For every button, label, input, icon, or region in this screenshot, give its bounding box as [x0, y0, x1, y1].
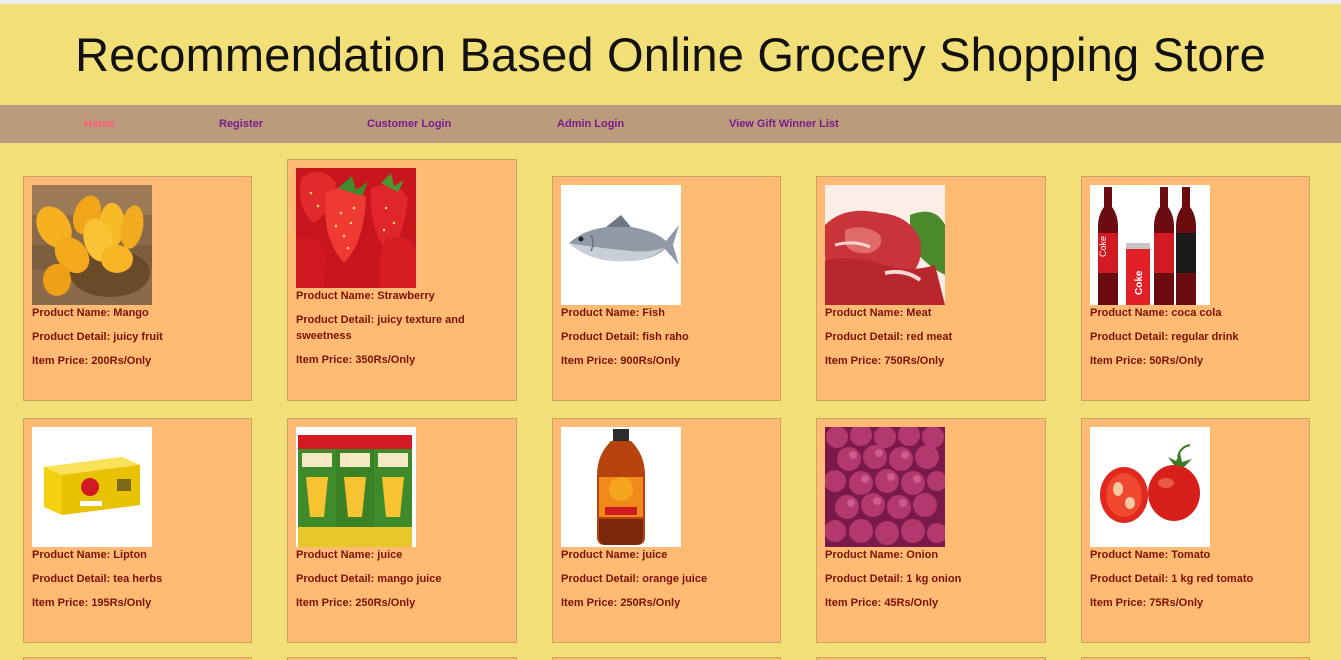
product-name: coca cola	[1171, 307, 1222, 319]
product-price-label: Item Price:	[32, 597, 92, 609]
main-nav: Home Register Customer Login Admin Login…	[0, 105, 1341, 143]
product-name: Meat	[906, 307, 932, 319]
product-name-label: Product Name:	[1090, 307, 1172, 319]
product-price: 200Rs/Only	[91, 355, 152, 367]
product-price: 250Rs/Only	[355, 597, 416, 609]
product-price: 45Rs/Only	[884, 597, 939, 609]
product-price-label: Item Price:	[296, 354, 356, 366]
site-header: Recommendation Based Online Grocery Shop…	[0, 4, 1341, 105]
product-price: 195Rs/Only	[91, 597, 152, 609]
product-card-coca-cola[interactable]: Coke Coke Product Name: coca cola Produc…	[1081, 176, 1310, 401]
product-detail-label: Product Detail:	[32, 331, 114, 343]
product-detail: tea herbs	[113, 573, 163, 585]
product-price: 900Rs/Only	[620, 355, 681, 367]
tomato-image	[1090, 427, 1210, 547]
product-name: Lipton	[113, 549, 147, 561]
product-card-onion[interactable]: Product Name: Onion Product Detail: 1 kg…	[816, 418, 1046, 643]
product-detail: mango juice	[377, 573, 442, 585]
strawberry-image	[296, 168, 416, 288]
product-price-label: Item Price:	[1090, 355, 1150, 367]
product-detail-label: Product Detail:	[296, 314, 378, 326]
product-price-label: Item Price:	[825, 355, 885, 367]
product-detail-label: Product Detail:	[825, 331, 907, 343]
mango-image	[32, 185, 152, 305]
product-name: juice	[377, 549, 403, 561]
product-detail-label: Product Detail:	[296, 573, 378, 585]
product-card-tomato[interactable]: Product Name: Tomato Product Detail: 1 k…	[1081, 418, 1310, 643]
product-name-label: Product Name:	[825, 549, 907, 561]
fish-image	[561, 185, 681, 305]
coca-cola-image: Coke Coke	[1090, 185, 1210, 305]
product-detail-label: Product Detail:	[561, 573, 643, 585]
product-price-label: Item Price:	[32, 355, 92, 367]
site-title: Recommendation Based Online Grocery Shop…	[75, 28, 1266, 81]
product-card-strawberry[interactable]: Product Name: Strawberry Product Detail:…	[287, 159, 517, 401]
product-name: Tomato	[1171, 549, 1211, 561]
product-price: 750Rs/Only	[884, 355, 945, 367]
nav-register-link[interactable]: Register	[219, 118, 263, 130]
product-detail: 1 kg red tomato	[1171, 573, 1254, 585]
product-card-meat[interactable]: Product Name: Meat Product Detail: red m…	[816, 176, 1046, 401]
product-card-mango-juice[interactable]: Product Name: juice Product Detail: mang…	[287, 418, 517, 643]
product-name-label: Product Name:	[296, 549, 378, 561]
product-price: 75Rs/Only	[1149, 597, 1204, 609]
product-name-label: Product Name:	[561, 549, 643, 561]
product-detail-label: Product Detail:	[32, 573, 114, 585]
product-name: Mango	[113, 307, 149, 319]
nav-gift-winner-link[interactable]: View Gift Winner List	[729, 118, 839, 130]
product-price-label: Item Price:	[561, 355, 621, 367]
product-card-lipton[interactable]: Product Name: Lipton Product Detail: tea…	[23, 418, 252, 643]
product-name-label: Product Name:	[1090, 549, 1172, 561]
orange-juice-image	[561, 427, 681, 547]
product-name-label: Product Name:	[32, 307, 114, 319]
product-detail: 1 kg onion	[906, 573, 962, 585]
product-price-label: Item Price:	[1090, 597, 1150, 609]
product-detail: orange juice	[642, 573, 708, 585]
product-price: 350Rs/Only	[355, 354, 416, 366]
product-detail: regular drink	[1171, 331, 1239, 343]
product-name-label: Product Name:	[561, 307, 643, 319]
product-detail-label: Product Detail:	[1090, 331, 1172, 343]
product-detail-label: Product Detail:	[1090, 573, 1172, 585]
nav-home-link[interactable]: Home	[84, 118, 115, 130]
product-price-label: Item Price:	[296, 597, 356, 609]
product-card-orange-juice[interactable]: Product Name: juice Product Detail: oran…	[552, 418, 781, 643]
onion-image	[825, 427, 945, 547]
product-card-mango[interactable]: Product Name: Mango Product Detail: juic…	[23, 176, 252, 401]
product-name-label: Product Name:	[296, 290, 378, 302]
product-name: juice	[642, 549, 668, 561]
product-card-fish[interactable]: Product Name: Fish Product Detail: fish …	[552, 176, 781, 401]
nav-customer-login-link[interactable]: Customer Login	[367, 118, 451, 130]
product-price: 50Rs/Only	[1149, 355, 1204, 367]
product-detail-label: Product Detail:	[561, 331, 643, 343]
product-price-label: Item Price:	[825, 597, 885, 609]
product-price-label: Item Price:	[561, 597, 621, 609]
product-name: Fish	[642, 307, 665, 319]
product-name: Strawberry	[377, 290, 435, 302]
lipton-tea-image	[32, 427, 152, 547]
product-detail: juicy fruit	[113, 331, 163, 343]
svg-text:Coke: Coke	[1098, 236, 1108, 257]
product-detail: fish raho	[642, 331, 689, 343]
nav-admin-login-link[interactable]: Admin Login	[557, 118, 624, 130]
product-detail-label: Product Detail:	[825, 573, 907, 585]
product-name: Onion	[906, 549, 939, 561]
product-detail: red meat	[906, 331, 953, 343]
mango-juice-image	[296, 427, 416, 547]
svg-text:Coke: Coke	[1134, 270, 1145, 295]
meat-image	[825, 185, 945, 305]
product-name-label: Product Name:	[825, 307, 907, 319]
product-name-label: Product Name:	[32, 549, 114, 561]
product-price: 250Rs/Only	[620, 597, 681, 609]
